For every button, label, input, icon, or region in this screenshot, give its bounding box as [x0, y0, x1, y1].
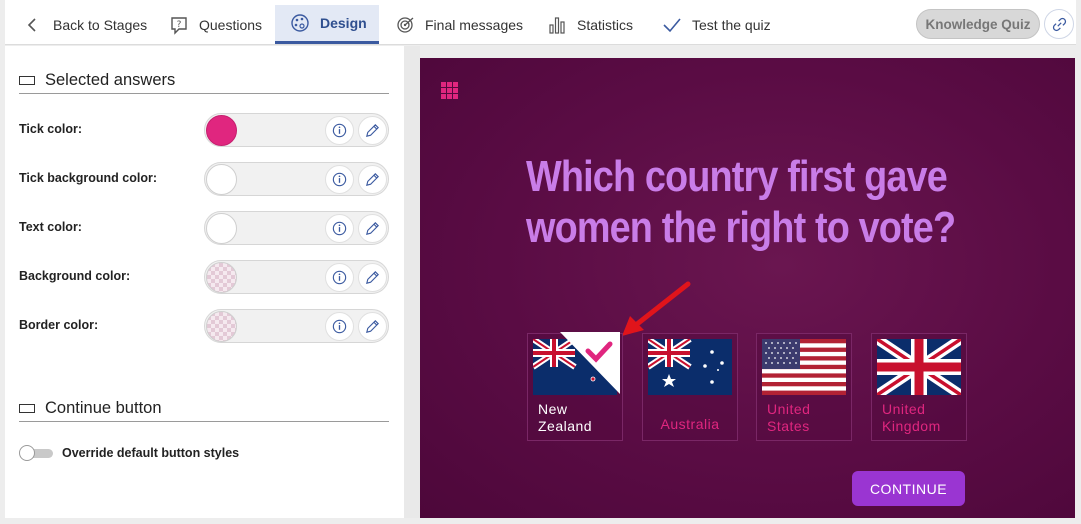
section-icon	[19, 76, 35, 85]
tick-background-color-label: Tick background color:	[19, 171, 157, 185]
question-bubble-icon: ?	[169, 15, 189, 35]
override-styles-toggle[interactable]	[19, 445, 53, 461]
svg-text:?: ?	[177, 20, 182, 30]
text-color-label: Text color:	[19, 220, 82, 234]
back-label: Back to Stages	[53, 16, 148, 33]
tab-test-the-quiz[interactable]: Test the quiz	[662, 5, 771, 44]
quiz-name-button[interactable]: Knowledge Quiz	[916, 9, 1040, 39]
final-messages-label: Final messages	[425, 16, 524, 33]
info-button[interactable]	[325, 165, 354, 194]
grid-menu-icon[interactable]	[441, 82, 458, 99]
border-color-swatch[interactable]	[206, 311, 237, 342]
info-icon	[331, 318, 348, 335]
australia-flag	[648, 339, 732, 395]
info-icon	[331, 269, 348, 286]
question-text: Which country first gave women the right…	[526, 152, 956, 252]
united-kingdom-flag	[877, 339, 961, 395]
bar-chart-icon	[547, 15, 567, 35]
tab-final-messages[interactable]: Final messages	[395, 5, 523, 44]
override-styles-label: Override default button styles	[62, 446, 240, 460]
design-label: Design	[320, 15, 367, 31]
test-label: Test the quiz	[692, 16, 771, 33]
pencil-icon	[364, 220, 381, 237]
questions-label: Questions	[199, 16, 263, 33]
answer-label: Australia	[660, 416, 720, 432]
tick-background-color-swatch[interactable]	[206, 164, 237, 195]
answer-new-zealand[interactable]: New Zealand	[527, 332, 623, 441]
chevron-left-icon	[23, 15, 43, 35]
answer-australia[interactable]: Australia	[642, 333, 738, 441]
section-icon	[19, 404, 35, 413]
continue-button-heading: Continue button	[19, 396, 389, 422]
target-icon	[395, 15, 415, 35]
selected-answers-title: Selected answers	[45, 71, 176, 89]
panel-divider	[404, 46, 420, 518]
tab-design[interactable]: Design	[275, 5, 379, 44]
edit-color-button[interactable]	[358, 312, 387, 341]
text-color-swatch[interactable]	[206, 213, 237, 244]
answer-label: United States	[767, 401, 811, 434]
info-button[interactable]	[325, 116, 354, 145]
info-icon	[331, 220, 348, 237]
united-states-flag	[762, 339, 846, 395]
answer-united-kingdom[interactable]: United Kingdom	[871, 333, 967, 441]
info-button[interactable]	[325, 214, 354, 243]
edit-color-button[interactable]	[358, 214, 387, 243]
border-color-picker[interactable]	[204, 309, 389, 343]
border-color-label: Border color:	[19, 318, 99, 332]
text-color-picker[interactable]	[204, 211, 389, 245]
copy-link-button[interactable]	[1044, 9, 1074, 39]
background-color-label: Background color:	[19, 269, 131, 283]
edit-color-button[interactable]	[358, 165, 387, 194]
info-icon	[331, 171, 348, 188]
answer-label: United Kingdom	[882, 401, 941, 434]
background-color-swatch[interactable]	[206, 262, 237, 293]
selected-tick-overlay	[560, 332, 620, 394]
info-button[interactable]	[325, 263, 354, 292]
toggle-knob	[19, 445, 35, 461]
checkmark-icon	[662, 15, 682, 35]
design-settings-panel: Selected answers Tick color: Tick backgr…	[5, 46, 404, 518]
continue-button[interactable]: CONTINUE	[852, 471, 965, 506]
edit-color-button[interactable]	[358, 263, 387, 292]
quiz-preview: Which country first gave women the right…	[420, 58, 1075, 518]
tick-color-picker[interactable]	[204, 113, 389, 147]
selected-answers-heading: Selected answers	[19, 68, 389, 94]
top-navigation: Back to Stages ? Questions Design Final …	[5, 0, 1076, 45]
pencil-icon	[364, 269, 381, 286]
answer-label: New Zealand	[538, 401, 593, 434]
pencil-icon	[364, 171, 381, 188]
tick-background-color-picker[interactable]	[204, 162, 389, 196]
edit-color-button[interactable]	[358, 116, 387, 145]
tick-color-swatch[interactable]	[206, 115, 237, 146]
back-to-stages-button[interactable]: Back to Stages	[23, 5, 147, 44]
tab-statistics[interactable]: Statistics	[547, 5, 633, 44]
info-button[interactable]	[325, 312, 354, 341]
info-icon	[331, 122, 348, 139]
continue-button-title: Continue button	[45, 399, 162, 417]
palette-icon	[290, 13, 310, 33]
background-color-picker[interactable]	[204, 260, 389, 294]
link-icon	[1051, 16, 1068, 33]
answer-united-states[interactable]: United States	[756, 333, 852, 441]
statistics-label: Statistics	[577, 16, 634, 33]
pencil-icon	[364, 318, 381, 335]
tab-questions[interactable]: ? Questions	[169, 5, 262, 44]
pencil-icon	[364, 122, 381, 139]
tick-color-label: Tick color:	[19, 122, 82, 136]
